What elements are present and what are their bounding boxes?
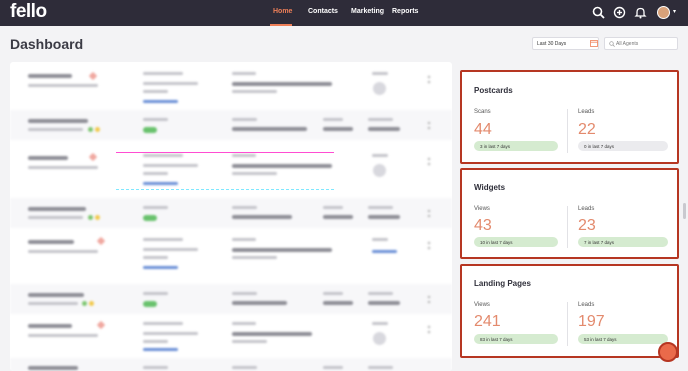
listing-detail-row: [10, 358, 452, 371]
bell-icon[interactable]: [634, 6, 647, 19]
agents-search-input[interactable]: [616, 40, 676, 48]
metric-divider: [567, 302, 568, 346]
listing-row[interactable]: [10, 228, 452, 284]
nav-marketing[interactable]: Marketing: [351, 8, 384, 15]
card-title: Landing Pages: [474, 279, 531, 288]
selection-overlay: [116, 152, 334, 190]
metric-label: Leads: [578, 302, 595, 308]
metric-label: Scans: [474, 109, 491, 115]
card-title: Widgets: [474, 183, 506, 192]
calendar-icon[interactable]: [590, 39, 598, 47]
scrollbar[interactable]: [683, 203, 686, 219]
listing-detail-row: [10, 110, 452, 140]
nav-reports[interactable]: Reports: [392, 8, 418, 15]
trend-pill: 3 in last 7 days: [474, 141, 558, 151]
listing-detail-row: [10, 284, 452, 314]
trend-pill: 83 in last 7 days: [474, 334, 558, 344]
trend-pill: 0 in last 7 days: [578, 141, 668, 151]
listing-row[interactable]: [10, 314, 452, 358]
search-icon[interactable]: [592, 6, 605, 19]
metric-label: Views: [474, 206, 490, 212]
widgets-card[interactable]: Widgets Views 43 10 in last 7 days Leads…: [460, 168, 679, 259]
trend-pill: 10 in last 7 days: [474, 237, 558, 247]
leads-value: 22: [578, 121, 596, 138]
listings-blurred-content: [10, 62, 452, 371]
metric-divider: [567, 109, 568, 153]
top-nav-bar: fello Home Contacts Marketing Reports ▾: [0, 0, 688, 26]
listing-row[interactable]: [10, 62, 452, 110]
help-chat-button[interactable]: [658, 342, 678, 362]
nav-home[interactable]: Home: [273, 8, 292, 15]
metric-label: Views: [474, 302, 490, 308]
add-circle-icon[interactable]: [613, 6, 626, 19]
views-value: 43: [474, 217, 492, 234]
search-icon: [609, 41, 615, 47]
trend-pill: 7 in last 7 days: [578, 237, 668, 247]
listing-detail-row: [10, 198, 452, 228]
card-title: Postcards: [474, 86, 513, 95]
scans-value: 44: [474, 121, 492, 138]
postcards-card[interactable]: Postcards Scans 44 3 in last 7 days Lead…: [460, 70, 679, 164]
listings-panel: [10, 62, 452, 371]
metric-divider: [567, 206, 568, 248]
nav-contacts[interactable]: Contacts: [308, 8, 338, 15]
user-avatar[interactable]: [657, 6, 670, 19]
chevron-down-icon[interactable]: ▾: [673, 8, 681, 16]
page-title: Dashboard: [10, 36, 84, 52]
app-logo[interactable]: fello: [10, 1, 47, 23]
active-nav-indicator: [270, 24, 292, 26]
metric-label: Leads: [578, 109, 595, 115]
agents-filter[interactable]: [604, 37, 678, 50]
trend-pill: 53 in last 7 days: [578, 334, 668, 344]
leads-value: 23: [578, 217, 596, 234]
views-value: 241: [474, 313, 501, 330]
date-range-select[interactable]: Last 30 Days: [532, 37, 599, 50]
leads-value: 197: [578, 313, 605, 330]
metric-label: Leads: [578, 206, 595, 212]
landing-pages-card[interactable]: Landing Pages Views 241 83 in last 7 day…: [460, 264, 679, 358]
